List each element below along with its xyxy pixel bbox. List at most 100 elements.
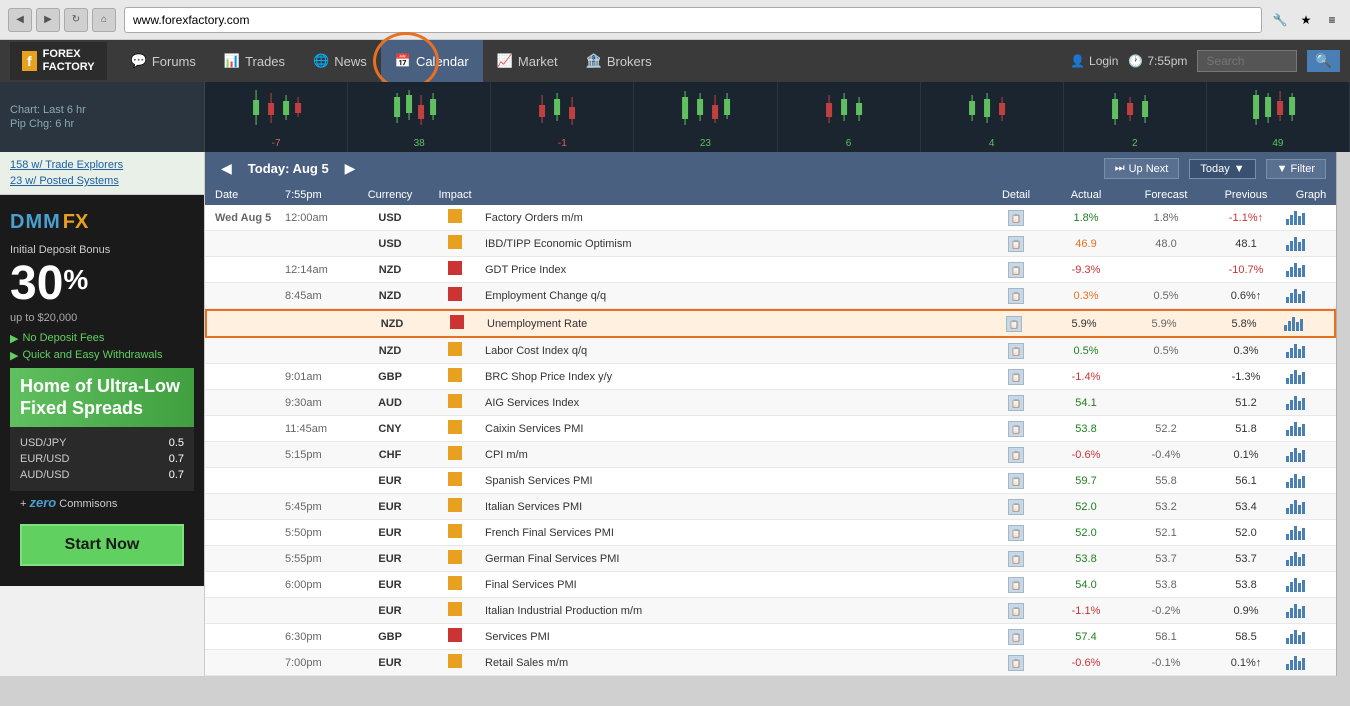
cell-detail[interactable]: 📋	[986, 551, 1046, 567]
cell-graph[interactable]	[1286, 370, 1336, 384]
detail-icon[interactable]: 📋	[1008, 525, 1024, 541]
graph-bar-icon[interactable]	[1286, 370, 1336, 384]
back-button[interactable]: ◀	[8, 8, 32, 32]
cell-detail[interactable]: 📋	[986, 262, 1046, 278]
detail-icon[interactable]: 📋	[1008, 421, 1024, 437]
filter-button[interactable]: ▼ Filter	[1266, 159, 1326, 179]
cell-detail[interactable]: 📋	[986, 421, 1046, 437]
today-button[interactable]: Today ▼	[1189, 159, 1255, 179]
posted-systems-link[interactable]: 23 w/ Posted Systems	[10, 173, 194, 189]
cell-graph[interactable]	[1286, 656, 1336, 670]
cell-graph[interactable]	[1286, 526, 1336, 540]
graph-bar-icon[interactable]	[1286, 552, 1336, 566]
detail-icon[interactable]: 📋	[1006, 316, 1022, 332]
cal-next-arrow[interactable]: ▶	[339, 158, 362, 179]
graph-bar-icon[interactable]	[1286, 526, 1336, 540]
cell-detail[interactable]: 📋	[986, 499, 1046, 515]
cell-graph[interactable]	[1286, 604, 1336, 618]
cell-graph[interactable]	[1284, 317, 1334, 331]
cell-detail[interactable]: 📋	[986, 210, 1046, 226]
detail-icon[interactable]: 📋	[1008, 551, 1024, 567]
detail-icon[interactable]: 📋	[1008, 577, 1024, 593]
nav-forums[interactable]: 💬 Forums	[117, 40, 210, 82]
cell-detail[interactable]: 📋	[986, 395, 1046, 411]
forward-button[interactable]: ▶	[36, 8, 60, 32]
detail-icon[interactable]: 📋	[1008, 473, 1024, 489]
detail-icon[interactable]: 📋	[1008, 603, 1024, 619]
graph-bar-icon[interactable]	[1286, 263, 1336, 277]
detail-icon[interactable]: 📋	[1008, 499, 1024, 515]
menu-icon[interactable]: ≡	[1322, 10, 1342, 30]
url-bar[interactable]	[124, 7, 1262, 33]
cal-prev-arrow[interactable]: ◀	[215, 158, 238, 179]
cell-detail[interactable]: 📋	[986, 603, 1046, 619]
detail-icon[interactable]: 📋	[1008, 395, 1024, 411]
cell-detail[interactable]: 📋	[986, 369, 1046, 385]
cell-graph[interactable]	[1286, 263, 1336, 277]
nav-news[interactable]: 🌐 News	[299, 40, 381, 82]
cell-detail[interactable]: 📋	[986, 288, 1046, 304]
nav-market[interactable]: 📈 Market	[483, 40, 572, 82]
detail-icon[interactable]: 📋	[1008, 236, 1024, 252]
cell-graph[interactable]	[1286, 211, 1336, 225]
up-next-button[interactable]: ⏭ Up Next	[1104, 158, 1180, 179]
cell-detail[interactable]: 📋	[986, 577, 1046, 593]
graph-bar-icon[interactable]	[1286, 289, 1336, 303]
cell-graph[interactable]	[1286, 448, 1336, 462]
graph-bar-icon[interactable]	[1286, 344, 1336, 358]
cell-detail[interactable]: 📋	[986, 629, 1046, 645]
cell-graph[interactable]	[1286, 289, 1336, 303]
graph-bar-icon[interactable]	[1286, 237, 1336, 251]
extension-icon[interactable]: 🔧	[1270, 10, 1290, 30]
cell-graph[interactable]	[1286, 344, 1336, 358]
nav-brokers[interactable]: 🏦 Brokers	[572, 40, 666, 82]
cell-detail[interactable]: 📋	[984, 316, 1044, 332]
graph-bar-icon[interactable]	[1286, 448, 1336, 462]
cell-graph[interactable]	[1286, 552, 1336, 566]
cell-detail[interactable]: 📋	[986, 236, 1046, 252]
cell-detail[interactable]: 📋	[986, 655, 1046, 671]
cell-detail[interactable]: 📋	[986, 343, 1046, 359]
graph-bar-icon[interactable]	[1286, 211, 1336, 225]
graph-bar-icon[interactable]	[1286, 604, 1336, 618]
home-button[interactable]: ⌂	[92, 8, 116, 32]
search-input[interactable]	[1197, 50, 1297, 72]
detail-icon[interactable]: 📋	[1008, 447, 1024, 463]
graph-bar-icon[interactable]	[1286, 500, 1336, 514]
search-button[interactable]: 🔍	[1307, 50, 1340, 72]
cell-graph[interactable]	[1286, 578, 1336, 592]
cell-detail[interactable]: 📋	[986, 525, 1046, 541]
login-button[interactable]: 👤 Login	[1070, 54, 1118, 68]
cell-detail[interactable]: 📋	[986, 473, 1046, 489]
scrollbar[interactable]	[1336, 152, 1350, 676]
cell-graph[interactable]	[1286, 630, 1336, 644]
cell-graph[interactable]	[1286, 396, 1336, 410]
detail-icon[interactable]: 📋	[1008, 369, 1024, 385]
cell-previous: 51.2	[1206, 397, 1286, 409]
nav-trades[interactable]: 📊 Trades	[210, 40, 299, 82]
start-now-button[interactable]: Start Now	[20, 524, 184, 566]
graph-bar-icon[interactable]	[1284, 317, 1334, 331]
reload-button[interactable]: ↻	[64, 8, 88, 32]
graph-bar-icon[interactable]	[1286, 656, 1336, 670]
cell-detail[interactable]: 📋	[986, 447, 1046, 463]
detail-icon[interactable]: 📋	[1008, 655, 1024, 671]
graph-bar-icon[interactable]	[1286, 578, 1336, 592]
logo[interactable]: f FOREX FACTORY	[10, 42, 107, 80]
detail-icon[interactable]: 📋	[1008, 629, 1024, 645]
detail-icon[interactable]: 📋	[1008, 210, 1024, 226]
detail-icon[interactable]: 📋	[1008, 262, 1024, 278]
detail-icon[interactable]: 📋	[1008, 343, 1024, 359]
bookmark-icon[interactable]: ★	[1296, 10, 1316, 30]
trade-explorers-link[interactable]: 158 w/ Trade Explorers	[10, 157, 194, 173]
graph-bar-icon[interactable]	[1286, 474, 1336, 488]
cell-graph[interactable]	[1286, 237, 1336, 251]
graph-bar-icon[interactable]	[1286, 422, 1336, 436]
graph-bar-icon[interactable]	[1286, 396, 1336, 410]
cell-graph[interactable]	[1286, 474, 1336, 488]
graph-bar-icon[interactable]	[1286, 630, 1336, 644]
nav-calendar[interactable]: 📅 Calendar	[381, 40, 483, 82]
cell-graph[interactable]	[1286, 500, 1336, 514]
detail-icon[interactable]: 📋	[1008, 288, 1024, 304]
cell-graph[interactable]	[1286, 422, 1336, 436]
